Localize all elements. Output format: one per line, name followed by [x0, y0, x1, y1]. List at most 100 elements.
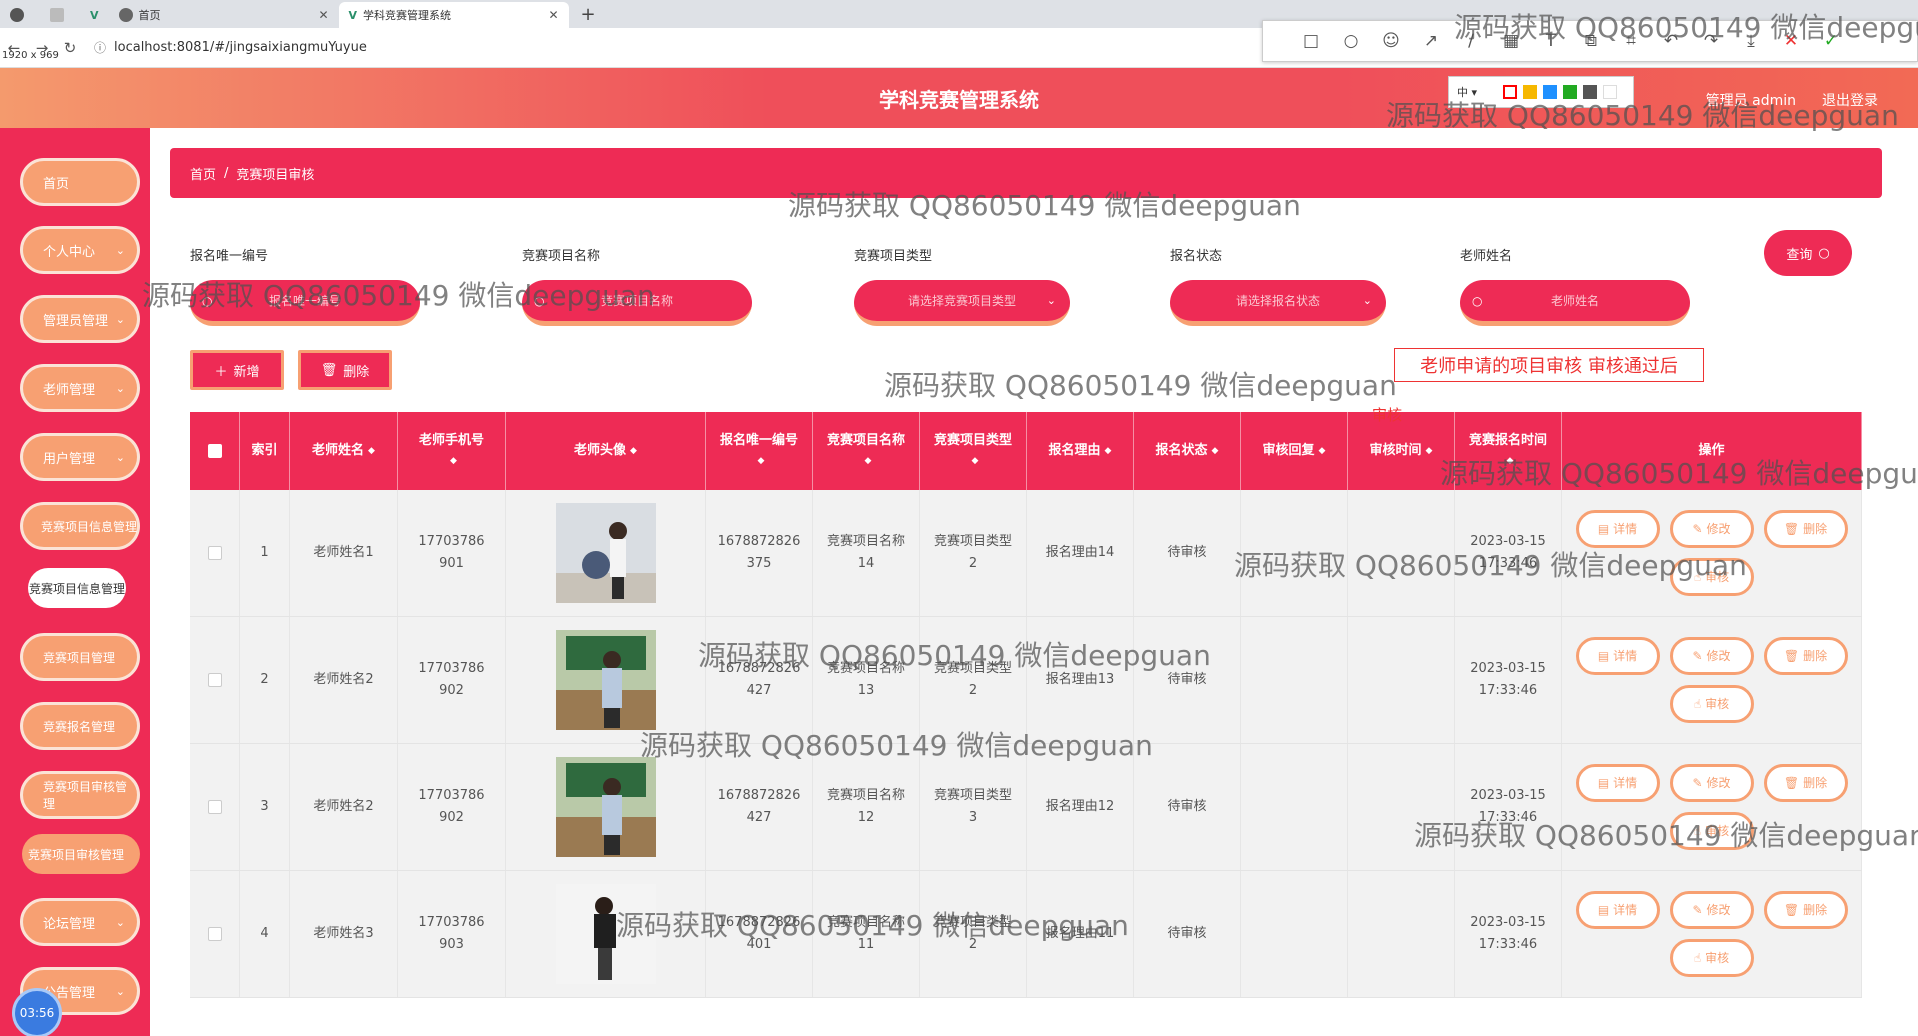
audit-button[interactable]: ☝ 审核 [1669, 685, 1754, 723]
detail-button[interactable]: ▤ 详情 [1575, 510, 1660, 548]
sidebar-item-registration[interactable]: 竞赛报名管理 [20, 702, 140, 750]
header-regno[interactable]: 报名唯一编号 ◆ [706, 412, 813, 490]
sidebar-item-project-info[interactable]: 竞赛项目信息管理 [20, 502, 140, 550]
close-icon[interactable]: ✕ [548, 8, 558, 22]
sidebar-item-user[interactable]: 用户管理 ⌄ [20, 433, 140, 481]
share-icon[interactable]: ↷ [1691, 31, 1731, 51]
detail-button[interactable]: ▤ 详情 [1575, 891, 1660, 929]
batch-delete-button[interactable]: 🗑 删除 [298, 350, 392, 390]
sort-icon[interactable]: ◆ [630, 441, 637, 461]
reload-icon[interactable]: ↻ [56, 39, 84, 57]
delete-button[interactable]: 🗑 删除 [1763, 510, 1848, 548]
pen-icon[interactable]: ∕ [1451, 31, 1491, 51]
color-swatch-red[interactable] [1503, 85, 1517, 99]
sidebar-item-admin[interactable]: 管理员管理 ⌄ [20, 295, 140, 343]
sidebar-subitem-audit[interactable]: 竞赛项目审核管理 [22, 834, 140, 874]
rectangle-icon[interactable]: □ [1291, 31, 1331, 51]
new-tab-button[interactable]: + [569, 2, 608, 28]
copy-icon[interactable]: ⧉ [1571, 31, 1611, 51]
teacher-avatar-image[interactable] [555, 630, 656, 730]
row-select[interactable] [190, 490, 240, 616]
font-size-select[interactable]: 中 ▾ [1457, 84, 1497, 100]
browser-tab-vue[interactable]: V [80, 2, 109, 28]
header-project-name[interactable]: 竞赛项目名称 ◆ [813, 412, 920, 490]
sort-icon[interactable]: ◆ [1212, 441, 1219, 461]
sort-icon[interactable]: ◆ [1319, 441, 1326, 461]
header-phone[interactable]: 老师手机号 ◆ [398, 412, 506, 490]
checkbox[interactable] [207, 800, 222, 814]
undo-icon[interactable]: ↶ [1651, 31, 1691, 51]
regno-input[interactable]: ○ 报名唯一编号 [190, 280, 420, 326]
sidebar-subitem-project-info[interactable]: 竞赛项目信息管理 [28, 568, 126, 608]
header-signup-time[interactable]: 竞赛报名时间 ◆ [1455, 412, 1562, 490]
sidebar-item-project[interactable]: 竞赛项目管理 [20, 633, 140, 681]
color-swatch-blue[interactable] [1543, 85, 1557, 99]
header-avatar[interactable]: 老师头像 ◆ [506, 412, 706, 490]
header-reply[interactable]: 审核回复 ◆ [1241, 412, 1348, 490]
mosaic-icon[interactable]: ▦ [1491, 31, 1531, 51]
sort-icon[interactable]: ◆ [972, 451, 979, 471]
browser-tab-home[interactable]: 首页 ✕ [109, 2, 339, 28]
row-select[interactable] [190, 744, 240, 870]
color-swatch-green[interactable] [1563, 85, 1577, 99]
sort-icon[interactable]: ◆ [368, 441, 375, 461]
delete-button[interactable]: 🗑 删除 [1763, 637, 1848, 675]
status-select[interactable]: 请选择报名状态 ⌄ [1170, 280, 1386, 326]
text-icon[interactable]: T [1531, 31, 1571, 51]
row-select[interactable] [190, 617, 240, 743]
project-type-select[interactable]: 请选择竞赛项目类型 ⌄ [854, 280, 1070, 326]
confirm-icon[interactable]: ✓ [1811, 31, 1851, 51]
audit-button[interactable]: ☝ 审核 [1669, 812, 1754, 850]
crop-icon[interactable]: ⌗ [1611, 31, 1651, 51]
checkbox[interactable] [207, 673, 222, 687]
header-status[interactable]: 报名状态 ◆ [1134, 412, 1241, 490]
color-swatch-yellow[interactable] [1523, 85, 1537, 99]
audit-button[interactable]: ☝ 审核 [1669, 939, 1754, 977]
sidebar-item-teacher[interactable]: 老师管理 ⌄ [20, 364, 140, 412]
sidebar-item-audit[interactable]: 竞赛项目审核管理 [20, 771, 140, 819]
add-button[interactable]: ＋ 新增 [190, 350, 284, 390]
teacher-name-input[interactable]: ○ 老师姓名 [1460, 280, 1690, 326]
audit-button[interactable]: ☝ 审核 [1669, 558, 1754, 596]
project-name-input[interactable]: ○ 竞赛项目名称 [522, 280, 752, 326]
color-swatch-white[interactable] [1603, 85, 1617, 99]
checkbox[interactable] [207, 546, 222, 560]
sidebar-item-profile[interactable]: 个人中心 ⌄ [20, 226, 140, 274]
teacher-avatar-image[interactable] [555, 503, 656, 603]
save-icon[interactable]: ⤓ [1731, 31, 1771, 51]
checkbox[interactable] [207, 444, 222, 458]
breadcrumb-home[interactable]: 首页 [190, 164, 216, 183]
browser-tab-blank2[interactable] [40, 2, 80, 28]
checkbox[interactable] [207, 927, 222, 941]
sidebar-item-forum[interactable]: 论坛管理 ⌄ [20, 898, 140, 946]
detail-button[interactable]: ▤ 详情 [1575, 637, 1660, 675]
sort-icon[interactable]: ◆ [1105, 441, 1112, 461]
sort-icon[interactable]: ◆ [450, 451, 457, 471]
color-swatch-gray[interactable] [1583, 85, 1597, 99]
sort-icon[interactable]: ◆ [1426, 441, 1433, 461]
sidebar-item-home[interactable]: 首页 [20, 158, 140, 206]
header-reason[interactable]: 报名理由 ◆ [1027, 412, 1134, 490]
sort-icon[interactable]: ◆ [1507, 451, 1514, 471]
teacher-avatar-image[interactable] [555, 757, 656, 857]
row-select[interactable] [190, 871, 240, 997]
logout-link[interactable]: 退出登录 [1822, 90, 1878, 110]
header-select-all[interactable] [190, 412, 240, 490]
teacher-avatar-image[interactable] [555, 884, 656, 984]
emoji-icon[interactable]: ☺ [1371, 31, 1411, 51]
edit-button[interactable]: ✎ 修改 [1669, 764, 1754, 802]
delete-button[interactable]: 🗑 删除 [1763, 891, 1848, 929]
sort-icon[interactable]: ◆ [865, 451, 872, 471]
sort-icon[interactable]: ◆ [758, 451, 765, 471]
query-button[interactable]: 查询 ○ [1764, 230, 1852, 276]
browser-tab-active[interactable]: V 学科竞赛管理系统 ✕ [338, 2, 569, 28]
ellipse-icon[interactable]: ○ [1331, 31, 1371, 51]
close-icon[interactable]: ✕ [318, 8, 328, 22]
edit-button[interactable]: ✎ 修改 [1669, 891, 1754, 929]
edit-button[interactable]: ✎ 修改 [1669, 637, 1754, 675]
url-field[interactable]: ⓘ localhost:8081/#/jingsaixiangmuYuyue [94, 39, 367, 56]
detail-button[interactable]: ▤ 详情 [1575, 764, 1660, 802]
header-project-type[interactable]: 竞赛项目类型 ◆ [920, 412, 1027, 490]
cancel-icon[interactable]: ✕ [1771, 31, 1811, 51]
header-teacher[interactable]: 老师姓名 ◆ [290, 412, 398, 490]
